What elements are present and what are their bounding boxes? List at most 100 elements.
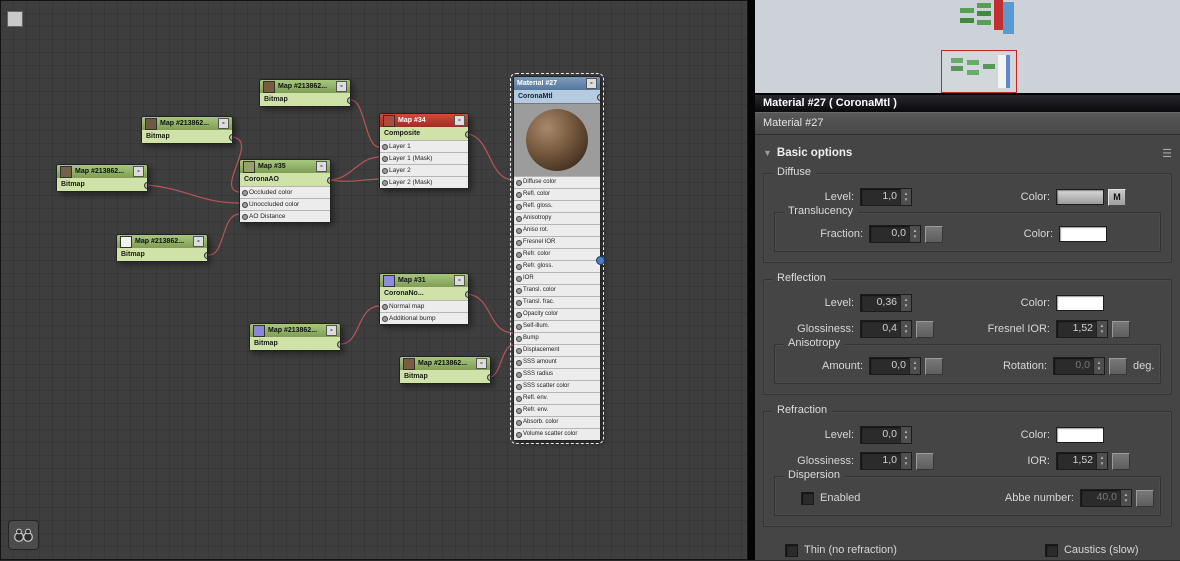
node-socket-row[interactable]: Refl. color <box>514 188 600 200</box>
node-bitmap-bottom[interactable]: Map #213862... - Bitmap <box>399 356 491 384</box>
node-socket-row[interactable]: Refr. color <box>514 248 600 260</box>
rotation-spinner[interactable]: 0,0 ▲ ▼ <box>1053 357 1105 375</box>
node-corona-normal[interactable]: Map #31 - CoronaNo... Normal map Additional … <box>379 273 469 325</box>
fraction-spinner[interactable]: 0,0 ▲ ▼ <box>869 225 921 243</box>
node-socket-row[interactable]: IOR <box>514 272 600 284</box>
amount-spinner[interactable]: 0,0 ▲ ▼ <box>869 357 921 375</box>
node-socket-row[interactable]: Transl. color <box>514 284 600 296</box>
node-bitmap-blue[interactable]: Map #213862... - Bitmap <box>249 323 341 351</box>
input-socket[interactable] <box>516 312 522 318</box>
input-socket[interactable] <box>516 240 522 246</box>
node-socket-row[interactable]: Aniso rot. <box>514 224 600 236</box>
node-socket-row[interactable]: Fresnel IOR <box>514 236 600 248</box>
node-socket-row[interactable]: Opacity color <box>514 308 600 320</box>
node-socket-row[interactable]: Refl. env. <box>514 392 600 404</box>
input-socket[interactable] <box>516 432 522 438</box>
node-bitmap-white[interactable]: Map #213862... - Bitmap <box>116 234 208 262</box>
amount-map-button[interactable] <box>925 357 943 375</box>
panel-separator[interactable] <box>748 0 755 560</box>
material-name-bar[interactable]: Material #27 <box>755 112 1180 135</box>
abbe-number-spinner[interactable]: 40,0 ▲ ▼ <box>1080 489 1132 507</box>
node-collapse-button[interactable]: - <box>336 81 347 92</box>
input-socket[interactable] <box>382 168 388 174</box>
output-socket[interactable] <box>327 177 330 184</box>
node-titlebar[interactable]: Map #213862... - <box>117 235 207 248</box>
reflection-level-spinner[interactable]: 0,36 ▲ ▼ <box>860 294 912 312</box>
fraction-map-button[interactable] <box>925 225 943 243</box>
output-socket[interactable] <box>337 341 340 348</box>
input-socket[interactable] <box>516 348 522 354</box>
input-socket[interactable] <box>516 372 522 378</box>
glossiness-spinner[interactable]: 0,4 ▲ ▼ <box>860 320 912 338</box>
node-titlebar[interactable]: Map #213862... - <box>142 117 232 130</box>
input-socket[interactable] <box>516 204 522 210</box>
output-socket[interactable] <box>347 97 350 104</box>
spinner-arrows-icon[interactable]: ▲ ▼ <box>900 295 911 311</box>
node-socket-row[interactable]: Additional bump <box>380 312 468 324</box>
rotation-map-button[interactable] <box>1109 357 1127 375</box>
node-socket-row[interactable]: Layer 1 (Mask) <box>380 152 468 164</box>
node-collapse-button[interactable]: - <box>586 78 597 89</box>
input-socket[interactable] <box>242 190 248 196</box>
node-corona-ao[interactable]: Map #35 - CoronaAO Occluded color Unoccluded… <box>239 159 331 223</box>
node-socket-row[interactable]: Refr. env. <box>514 404 600 416</box>
node-socket-row[interactable]: Refr. gloss. <box>514 260 600 272</box>
output-socket[interactable] <box>465 291 468 298</box>
node-view[interactable]: Map #213862... - Bitmap Map #213862... - Bitm… <box>0 0 748 560</box>
input-socket[interactable] <box>516 408 522 414</box>
spinner-arrows-icon[interactable]: ▲ ▼ <box>1120 490 1131 506</box>
output-socket[interactable] <box>204 252 207 259</box>
navigator-selection-box[interactable] <box>941 50 1017 93</box>
node-socket-row[interactable]: SSS radius <box>514 368 600 380</box>
input-socket[interactable] <box>516 384 522 390</box>
spinner-arrows-icon[interactable]: ▲ ▼ <box>909 226 920 242</box>
node-titlebar[interactable]: Map #213862... - <box>57 165 147 178</box>
node-socket-row[interactable]: Transl. frac. <box>514 296 600 308</box>
node-titlebar[interactable]: Map #213862... - <box>250 324 340 337</box>
node-socket-row[interactable]: Occluded color <box>240 186 330 198</box>
glossiness-map-button[interactable] <box>916 320 934 338</box>
input-socket[interactable] <box>516 276 522 282</box>
diffuse-map-button[interactable]: M <box>1108 188 1126 206</box>
node-collapse-button[interactable]: - <box>454 275 465 286</box>
input-socket[interactable] <box>516 228 522 234</box>
output-socket[interactable] <box>229 134 232 141</box>
node-socket-row[interactable]: Absorb. color <box>514 416 600 428</box>
input-socket[interactable] <box>516 264 522 270</box>
input-socket[interactable] <box>516 360 522 366</box>
node-socket-row[interactable]: Displacement <box>514 344 600 356</box>
node-socket-row[interactable]: Volume scatter color <box>514 428 600 440</box>
refraction-glossiness-map-button[interactable] <box>916 452 934 470</box>
diffuse-color-swatch[interactable] <box>1056 189 1104 205</box>
translucency-color-swatch[interactable] <box>1059 226 1107 242</box>
fresnel-ior-spinner[interactable]: 1,52 ▲ ▼ <box>1056 320 1108 338</box>
node-collapse-button[interactable]: - <box>476 358 487 369</box>
spinner-arrows-icon[interactable]: ▲ ▼ <box>900 189 911 205</box>
node-socket-row[interactable]: Bump <box>514 332 600 344</box>
input-socket[interactable] <box>382 180 388 186</box>
node-socket-row[interactable]: Unoccluded color <box>240 198 330 210</box>
refraction-level-spinner[interactable]: 0,0 ▲ ▼ <box>860 426 912 444</box>
node-socket-row[interactable]: AO Distance <box>240 210 330 222</box>
spinner-arrows-icon[interactable]: ▲ ▼ <box>1093 358 1104 374</box>
node-bitmap-2[interactable]: Map #213862... - Bitmap <box>141 116 233 144</box>
input-socket[interactable] <box>382 144 388 150</box>
node-socket-row[interactable]: Layer 1 <box>380 140 468 152</box>
input-socket[interactable] <box>516 288 522 294</box>
output-socket[interactable] <box>597 94 600 101</box>
input-socket[interactable] <box>382 304 388 310</box>
output-socket[interactable] <box>144 182 147 189</box>
spinner-arrows-icon[interactable]: ▲ ▼ <box>1096 321 1107 337</box>
node-socket-row[interactable]: Normal map <box>380 300 468 312</box>
ior-map-button[interactable] <box>1112 452 1130 470</box>
spinner-arrows-icon[interactable]: ▲ ▼ <box>900 427 911 443</box>
node-titlebar[interactable]: Map #31 - <box>380 274 468 287</box>
refraction-color-swatch[interactable] <box>1056 427 1104 443</box>
spinner-arrows-icon[interactable]: ▲ ▼ <box>900 321 911 337</box>
node-scroll-handle[interactable] <box>596 256 605 265</box>
ior-spinner[interactable]: 1,52 ▲ ▼ <box>1056 452 1108 470</box>
output-socket[interactable] <box>487 374 490 381</box>
input-socket[interactable] <box>242 214 248 220</box>
node-titlebar[interactable]: Material #27 - <box>514 77 600 90</box>
node-collapse-button[interactable]: - <box>454 115 465 126</box>
